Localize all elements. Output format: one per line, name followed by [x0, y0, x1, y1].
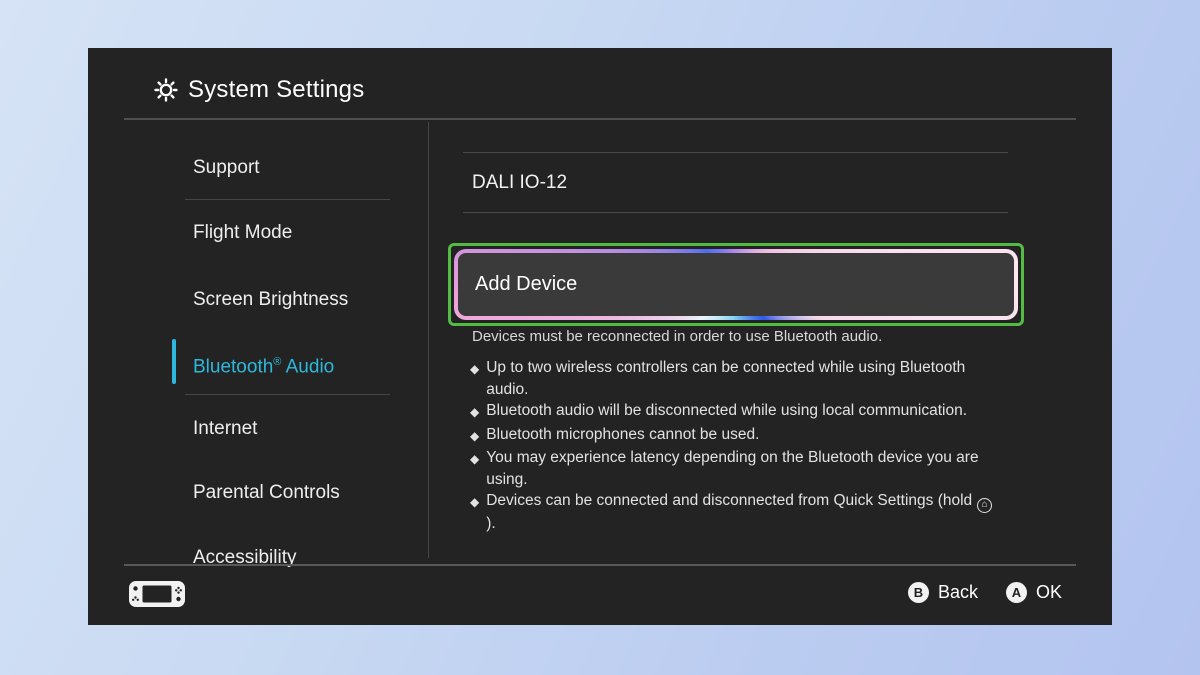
diamond-bullet-icon: ◆ [470, 490, 479, 534]
add-device-label: Add Device [475, 273, 577, 296]
sidebar-divider [185, 394, 390, 395]
footer-button-hints: B Back A OK [908, 582, 1062, 603]
list-item: ◆ Bluetooth microphones cannot be used. [470, 424, 998, 448]
diamond-bullet-icon: ◆ [470, 400, 479, 424]
list-item: You may experience latency depending on … [470, 447, 998, 490]
selected-item-indicator [172, 339, 176, 384]
page-title-text: System Settings [188, 76, 364, 104]
system-settings-screen: System Settings Support Flight Mode Scre… [88, 48, 1112, 625]
bullet-text: Bluetooth microphones cannot be used. [486, 424, 759, 448]
content-divider [463, 152, 1008, 153]
list-item: ◆ Bluetooth audio will be disconnected w… [470, 400, 998, 424]
selection-glow-border: Add Device [454, 249, 1018, 320]
back-button[interactable]: B Back [908, 582, 978, 603]
sidebar-divider [185, 199, 390, 200]
ok-label: OK [1036, 582, 1062, 603]
footer-divider [124, 564, 1076, 566]
quick-settings-text-end: ). [486, 515, 495, 532]
bullet-text: Up to two wireless controllers can be co… [486, 357, 998, 400]
highlight-annotation-box: Add Device [448, 243, 1024, 326]
list-item: ◆ Up to two wireless controllers can be … [470, 357, 998, 400]
settings-gear-icon [154, 78, 178, 102]
b-button-icon: B [908, 582, 929, 603]
content-divider [463, 212, 1008, 213]
bullet-text: Devices can be connected and disconnecte… [486, 490, 998, 534]
audio-label: Audio [281, 356, 334, 377]
bluetooth-label: Bluetooth [193, 356, 273, 377]
page-title: System Settings [154, 76, 364, 104]
home-button-icon: ⌂ [977, 498, 992, 513]
paired-device-row[interactable]: DALI IO-12 [472, 172, 567, 194]
reconnect-note: Devices must be reconnected in order to … [472, 328, 882, 345]
add-device-button[interactable]: Add Device [458, 253, 1014, 316]
diamond-bullet-icon: ◆ [470, 424, 479, 448]
ok-button[interactable]: A OK [1006, 582, 1062, 603]
bullet-text: Bluetooth audio will be disconnected whi… [486, 400, 967, 424]
diamond-bullet-icon: ◆ [470, 357, 479, 400]
sidebar-item-parental-controls[interactable]: Parental Controls [193, 482, 340, 504]
header-divider [124, 118, 1076, 120]
sidebar-item-bluetooth-audio[interactable]: Bluetooth® Audio [193, 351, 334, 378]
a-button-icon: A [1006, 582, 1027, 603]
sidebar-content-divider [428, 122, 429, 558]
diamond-bullet-icon: ◆ [470, 447, 479, 490]
sidebar-item-flight-mode[interactable]: Flight Mode [193, 222, 292, 244]
list-item: ◆ Devices can be connected and disconnec… [470, 490, 998, 534]
sidebar-item-support[interactable]: Support [193, 157, 260, 179]
quick-settings-text: Devices can be connected and disconnecte… [486, 492, 972, 509]
desktop-background: { "window": { "title": "System Settings"… [0, 0, 1200, 675]
sidebar-item-screen-brightness[interactable]: Screen Brightness [193, 289, 348, 311]
sidebar-item-internet[interactable]: Internet [193, 418, 257, 440]
bluetooth-info-list: ◆ Up to two wireless controllers can be … [470, 357, 998, 534]
back-label: Back [938, 582, 978, 603]
bullet-text: You may experience latency depending on … [486, 447, 998, 490]
switch-console-icon [128, 580, 186, 613]
